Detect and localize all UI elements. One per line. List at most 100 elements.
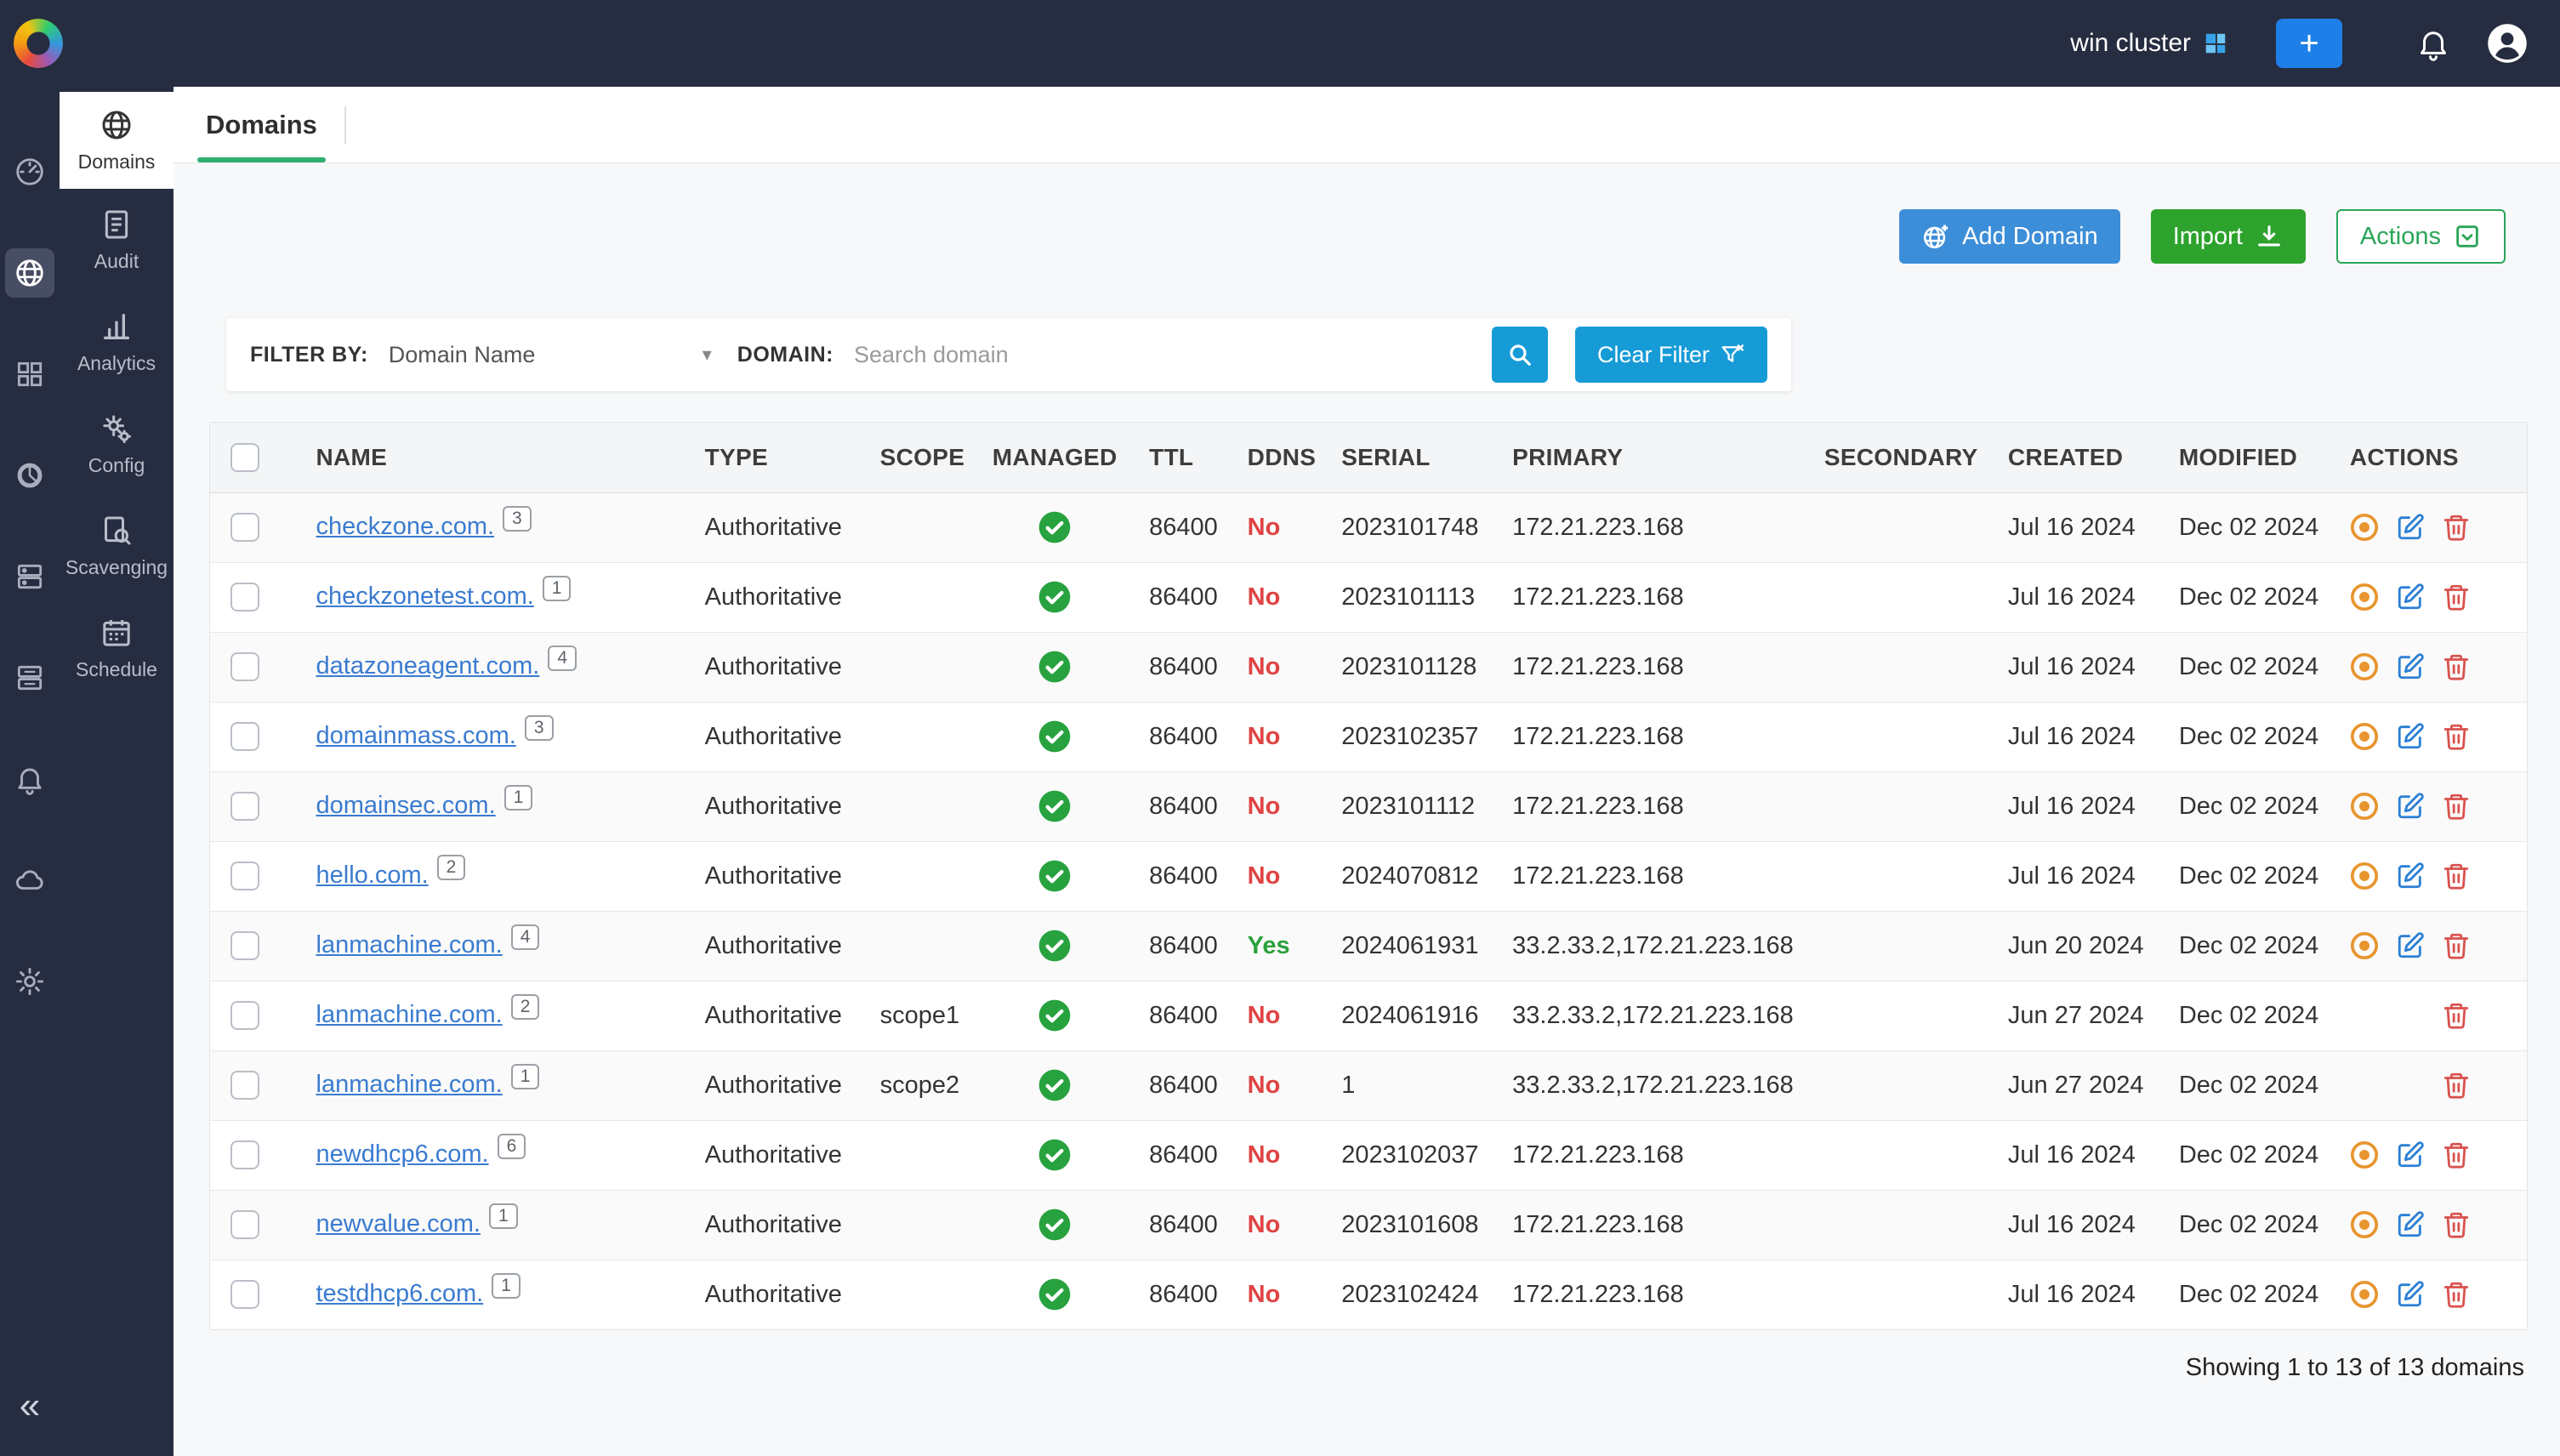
delete-zone-icon[interactable]: [2442, 1280, 2471, 1309]
sidebar-item-config[interactable]: Config: [60, 393, 174, 495]
table-header-row: NAME TYPE SCOPE MANAGED TTL DDNS SERIAL …: [210, 423, 2527, 492]
edit-zone-icon[interactable]: [2396, 513, 2425, 542]
domain-link[interactable]: hello.com.: [316, 862, 429, 889]
rail-item-apps[interactable]: [0, 323, 60, 424]
cluster-selector[interactable]: win cluster: [2070, 29, 2228, 58]
row-checkbox[interactable]: [230, 862, 259, 890]
row-checkbox[interactable]: [230, 513, 259, 542]
pause-zone-icon[interactable]: [2350, 583, 2379, 611]
cell-serial: 2023101112: [1326, 771, 1497, 841]
row-checkbox[interactable]: [230, 1071, 259, 1100]
cell-ttl: 86400: [1134, 492, 1232, 562]
notifications-bell-icon[interactable]: [2414, 24, 2453, 63]
row-checkbox[interactable]: [230, 722, 259, 751]
domain-link[interactable]: lanmachine.com.: [316, 931, 503, 958]
delete-zone-icon[interactable]: [2442, 513, 2471, 542]
domain-link[interactable]: lanmachine.com.: [316, 1071, 503, 1098]
row-checkbox[interactable]: [230, 652, 259, 681]
domain-link[interactable]: checkzonetest.com.: [316, 583, 534, 610]
pause-zone-icon[interactable]: [2350, 1210, 2379, 1239]
sidebar-item-schedule[interactable]: Schedule: [60, 597, 174, 699]
cell-name: checkzone.com.3: [301, 492, 690, 562]
delete-zone-icon[interactable]: [2442, 583, 2471, 611]
delete-zone-icon[interactable]: [2442, 1210, 2471, 1239]
delete-zone-icon[interactable]: [2442, 1140, 2471, 1169]
rail-item-dns[interactable]: [0, 222, 60, 323]
sidebar-item-audit[interactable]: Audit: [60, 189, 174, 291]
pause-zone-icon[interactable]: [2350, 1140, 2379, 1169]
cell-ddns: No: [1232, 632, 1327, 702]
select-all-checkbox[interactable]: [230, 443, 259, 472]
edit-zone-icon[interactable]: [2396, 792, 2425, 821]
cell-select: [210, 1190, 301, 1260]
pause-zone-icon[interactable]: [2350, 652, 2379, 681]
actions-button[interactable]: Actions: [2336, 209, 2506, 264]
rail-item-reports[interactable]: [0, 424, 60, 526]
delete-zone-icon[interactable]: [2442, 1001, 2471, 1030]
pause-zone-icon[interactable]: [2350, 722, 2379, 751]
edit-zone-icon[interactable]: [2396, 1140, 2425, 1169]
cell-actions: [2335, 1190, 2527, 1260]
collapse-sidebar-button[interactable]: «: [0, 1385, 60, 1427]
cell-secondary: [1809, 492, 1993, 562]
rail-item-dhcp-server[interactable]: [0, 526, 60, 627]
sidebar-item-scavenging[interactable]: Scavenging: [60, 495, 174, 597]
rail-item-server[interactable]: [0, 627, 60, 728]
quick-add-button[interactable]: +: [2276, 19, 2342, 68]
rail-item-admin[interactable]: [0, 930, 60, 1032]
domain-link[interactable]: lanmachine.com.: [316, 1001, 503, 1028]
tab-domains[interactable]: Domains: [197, 87, 326, 162]
delete-zone-icon[interactable]: [2442, 931, 2471, 960]
row-checkbox[interactable]: [230, 1140, 259, 1169]
filter-by-select[interactable]: Domain Name ▾: [389, 342, 712, 368]
cell-ttl: 86400: [1134, 911, 1232, 981]
rail-item-cloud[interactable]: [0, 829, 60, 930]
edit-zone-icon[interactable]: [2396, 862, 2425, 890]
delete-zone-icon[interactable]: [2442, 862, 2471, 890]
domain-link[interactable]: checkzone.com.: [316, 513, 495, 540]
add-domain-button[interactable]: Add Domain: [1899, 209, 2120, 264]
pause-zone-icon[interactable]: [2350, 1280, 2379, 1309]
domain-link[interactable]: newdhcp6.com.: [316, 1140, 489, 1168]
domain-link[interactable]: domainsec.com.: [316, 792, 496, 819]
cell-modified: Dec 02 2024: [2164, 702, 2335, 771]
clear-filter-button[interactable]: Clear Filter: [1575, 327, 1767, 383]
cell-type: Authoritative: [690, 1190, 865, 1260]
delete-zone-icon[interactable]: [2442, 652, 2471, 681]
rail-item-dashboard[interactable]: [0, 121, 60, 222]
edit-zone-icon[interactable]: [2396, 1210, 2425, 1239]
domain-link[interactable]: testdhcp6.com.: [316, 1280, 484, 1307]
domain-search-input[interactable]: [854, 342, 1483, 368]
pause-zone-icon[interactable]: [2350, 931, 2379, 960]
cell-actions: [2335, 1050, 2527, 1120]
delete-zone-icon[interactable]: [2442, 1071, 2471, 1100]
search-button[interactable]: [1492, 327, 1548, 383]
cell-serial: 2023101113: [1326, 562, 1497, 632]
row-checkbox[interactable]: [230, 1280, 259, 1309]
pause-zone-icon[interactable]: [2350, 513, 2379, 542]
pause-zone-icon[interactable]: [2350, 792, 2379, 821]
edit-zone-icon[interactable]: [2396, 583, 2425, 611]
sidebar-item-domains[interactable]: Domains: [60, 92, 174, 189]
row-checkbox[interactable]: [230, 1210, 259, 1239]
table-row: lanmachine.com.2 Authoritative scope1 86…: [210, 981, 2527, 1050]
domain-link[interactable]: domainmass.com.: [316, 722, 516, 749]
row-checkbox[interactable]: [230, 792, 259, 821]
edit-zone-icon[interactable]: [2396, 652, 2425, 681]
pause-zone-icon[interactable]: [2350, 862, 2379, 890]
delete-zone-icon[interactable]: [2442, 792, 2471, 821]
import-button[interactable]: Import: [2151, 209, 2306, 264]
edit-zone-icon[interactable]: [2396, 931, 2425, 960]
user-avatar[interactable]: [2485, 21, 2529, 65]
domain-link[interactable]: datazoneagent.com.: [316, 652, 540, 680]
cell-select: [210, 771, 301, 841]
row-checkbox[interactable]: [230, 583, 259, 611]
rail-item-alerts[interactable]: [0, 728, 60, 829]
delete-zone-icon[interactable]: [2442, 722, 2471, 751]
domain-link[interactable]: newvalue.com.: [316, 1210, 481, 1237]
edit-zone-icon[interactable]: [2396, 722, 2425, 751]
row-checkbox[interactable]: [230, 931, 259, 960]
row-checkbox[interactable]: [230, 1001, 259, 1030]
sidebar-item-analytics[interactable]: Analytics: [60, 291, 174, 393]
edit-zone-icon[interactable]: [2396, 1280, 2425, 1309]
